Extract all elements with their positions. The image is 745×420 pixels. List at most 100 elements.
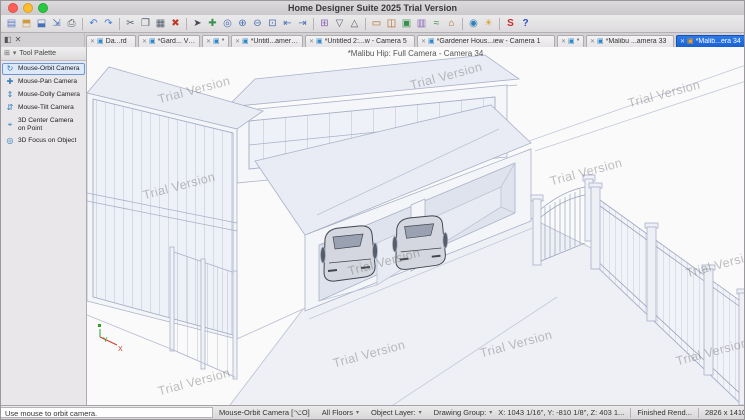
palette-item-icon: ✚	[5, 78, 15, 86]
zoom-in-icon[interactable]: ⊕	[235, 17, 250, 31]
tab-close-icon[interactable]: ✕	[90, 38, 95, 45]
tab-close-icon[interactable]: ✕	[590, 38, 595, 45]
spell-check-icon[interactable]: S	[503, 17, 518, 31]
tab-close-icon[interactable]: ✕	[421, 38, 426, 45]
zoom-icon[interactable]: ◎	[220, 17, 235, 31]
cut-icon[interactable]: ✂	[123, 17, 138, 31]
main-toolbar: ▤⬒⬓⇲⎙ ↶↷ ✂❐▦✖ ➤✚◎⊕⊖⊡⇤⇥ ⊞▽△ ▭◫▣▥≈⌂ ◉☀ S?	[1, 15, 744, 33]
tab-close-icon[interactable]: ✕	[680, 38, 685, 45]
view-tab-9[interactable]: ✕▣*Malib...era 34	[676, 35, 744, 47]
palette-item-icon: ⇵	[5, 104, 15, 112]
view-tab-1[interactable]: ✕▣Da...rd	[86, 35, 136, 47]
toolbar-separator	[82, 18, 83, 30]
view-tab-6[interactable]: ✕▣*Gardener Hous...iew - Camera 1	[417, 35, 555, 47]
save-plan-icon[interactable]: ⬓	[34, 17, 49, 31]
toolbar-separator	[186, 18, 187, 30]
object-layer-selector[interactable]: Object Layer:▾	[365, 408, 428, 417]
roof-tool-icon[interactable]: ⌂	[444, 17, 459, 31]
tab-view-icon: ▣	[428, 38, 435, 45]
view-tab-8[interactable]: ✕▣*Malibu ...amera 33	[586, 35, 674, 47]
wall-tool-icon[interactable]: ▭	[369, 17, 384, 31]
tool-palette-header: ⊞ ▾ Tool Palette	[1, 47, 86, 61]
redo-icon[interactable]: ↷	[101, 17, 116, 31]
export-icon[interactable]: ⇲	[49, 17, 64, 31]
view-tab-7[interactable]: ✕▣*..r	[557, 35, 584, 47]
previous-view-icon[interactable]: ⇤	[280, 17, 295, 31]
close-panel-icon[interactable]: ✕	[15, 36, 22, 44]
palette-item-mouse-dolly-camera[interactable]: ⇕Mouse-Dolly Camera	[2, 89, 85, 101]
view-resolution: 2826 x 1410	[705, 408, 745, 417]
tab-close-icon[interactable]: ✕	[142, 38, 147, 45]
view-tab-bar: ◧ ✕ ✕▣Da...rd✕▣*Gard... View✕▣*..r✕▣*Unt…	[1, 33, 744, 48]
reference-grid-icon[interactable]: ⊞	[317, 17, 332, 31]
tab-view-icon: ▣	[149, 38, 156, 45]
undo-icon[interactable]: ↶	[86, 17, 101, 31]
dock-panel-icon[interactable]: ◧	[4, 36, 12, 44]
view-tab-4[interactable]: ✕▣*Untitl...amera 4	[231, 35, 303, 47]
tab-label: Da...rd	[106, 38, 127, 45]
tab-close-icon[interactable]: ✕	[561, 38, 566, 45]
palette-item-mouse-tilt-camera[interactable]: ⇵Mouse-Tilt Camera	[2, 102, 85, 114]
palette-item-3d-center-camera-on-point[interactable]: ⌖3D Center Camera on Point	[2, 115, 85, 134]
tab-label: *Gard... View	[158, 38, 196, 45]
open-plan-icon[interactable]: ⬒	[19, 17, 34, 31]
zoom-window-button[interactable]	[38, 3, 48, 13]
view-tab-2[interactable]: ✕▣*Gard... View	[138, 35, 200, 47]
svg-text:Y: Y	[103, 337, 108, 344]
cursor-coordinates: X: 1043 1/16", Y: -810 1/8", Z: 403 1...	[498, 408, 624, 417]
view-tab-3[interactable]: ✕▣*..r	[202, 35, 229, 47]
floor-down-icon[interactable]: ▽	[332, 17, 347, 31]
terrain-tool-icon[interactable]: ≈	[429, 17, 444, 31]
zoom-out-icon[interactable]: ⊖	[250, 17, 265, 31]
door-tool-icon[interactable]: ◫	[384, 17, 399, 31]
drawing-group-selector[interactable]: Drawing Group:▾	[428, 408, 499, 417]
palette-item-icon: ↻	[5, 65, 15, 73]
next-view-icon[interactable]: ⇥	[295, 17, 310, 31]
tabbar-dock-controls: ◧ ✕	[1, 33, 85, 47]
render-status: Finished Rend...	[637, 408, 692, 417]
tool-palette-title: Tool Palette	[19, 50, 56, 57]
palette-item-mouse-orbit-camera[interactable]: ↻Mouse-Orbit Camera	[2, 63, 85, 75]
palette-item-mouse-pan-camera[interactable]: ✚Mouse-Pan Camera	[2, 76, 85, 88]
tab-close-icon[interactable]: ✕	[206, 38, 211, 45]
render-view-icon[interactable]: ☀	[481, 17, 496, 31]
new-plan-icon[interactable]: ▤	[4, 17, 19, 31]
paste-icon[interactable]: ▦	[153, 17, 168, 31]
palette-item-icon: ◎	[5, 137, 15, 145]
minimize-window-button[interactable]	[23, 3, 33, 13]
status-bar: Use mouse to orbit camera. Mouse-Orbit C…	[1, 405, 744, 419]
window-tool-icon[interactable]: ▣	[399, 17, 414, 31]
camera-view-icon[interactable]: ◉	[466, 17, 481, 31]
tab-close-icon[interactable]: ✕	[309, 38, 314, 45]
palette-item-3d-focus-on-object[interactable]: ◎3D Focus on Object	[2, 135, 85, 147]
close-window-button[interactable]	[8, 3, 18, 13]
chevron-down-icon: ▾	[356, 409, 359, 416]
tab-label: *..r	[222, 38, 225, 45]
palette-pin-icon[interactable]: ⊞	[4, 50, 10, 57]
chevron-down-icon: ▾	[489, 409, 492, 416]
help-icon[interactable]: ?	[518, 17, 533, 31]
floor-up-icon[interactable]: △	[347, 17, 362, 31]
tab-view-icon: ▣	[568, 38, 575, 45]
pan-icon[interactable]: ✚	[205, 17, 220, 31]
status-hint: Use mouse to orbit camera.	[1, 407, 213, 418]
fill-window-icon[interactable]: ⊡	[265, 17, 280, 31]
view-tab-5[interactable]: ✕▣*Untitled 2:...w - Camera 5	[305, 35, 415, 47]
print-icon[interactable]: ⎙	[64, 17, 79, 31]
tab-label: *..r	[577, 38, 580, 45]
tab-label: *Gardener Hous...iew - Camera 1	[437, 38, 541, 45]
floors-selector[interactable]: All Floors▾	[316, 408, 365, 417]
tab-view-icon: ▣	[597, 38, 604, 45]
3d-view-canvas[interactable]: *Malibu Hip: Full Camera - Camera 34	[87, 47, 744, 408]
select-objects-icon[interactable]: ➤	[190, 17, 205, 31]
tool-palette-items: ↻Mouse-Orbit Camera✚Mouse-Pan Camera⇕Mou…	[1, 61, 86, 150]
palette-menu-icon[interactable]: ▾	[13, 50, 17, 57]
3d-house-wireframe: Y X	[87, 47, 744, 408]
tab-label: *Malib...era 34	[696, 38, 741, 45]
copy-icon[interactable]: ❐	[138, 17, 153, 31]
cabinet-tool-icon[interactable]: ▥	[414, 17, 429, 31]
delete-icon[interactable]: ✖	[168, 17, 183, 31]
tabs-strip: ✕▣Da...rd✕▣*Gard... View✕▣*..r✕▣*Untitl.…	[85, 35, 744, 47]
tab-close-icon[interactable]: ✕	[235, 38, 240, 45]
palette-item-label: 3D Center Camera on Point	[18, 117, 82, 132]
